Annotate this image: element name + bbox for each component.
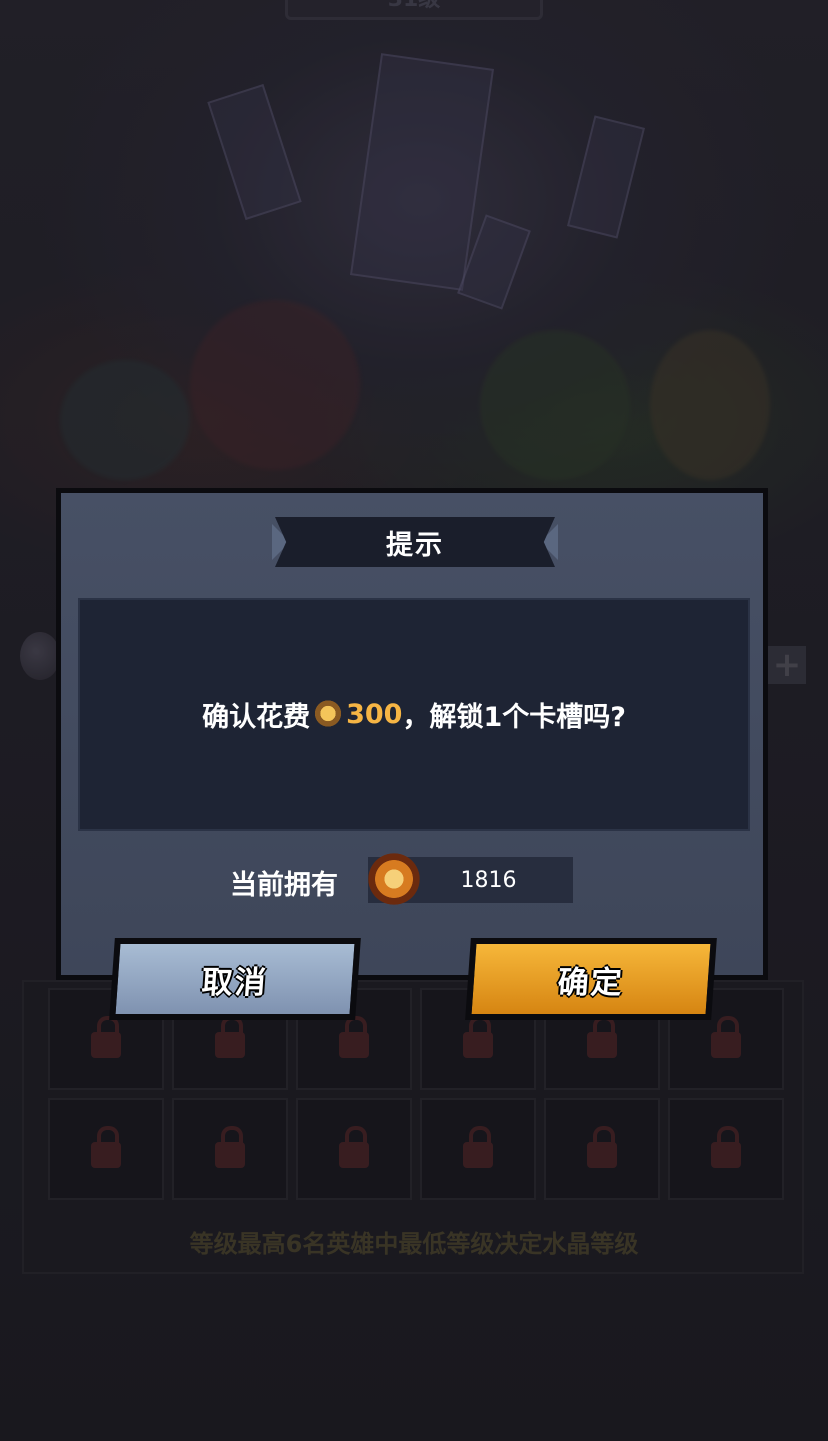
cancel-button[interactable]: 取消 (109, 938, 361, 1020)
cancel-label: 取消 (200, 964, 270, 1001)
confirm-label: 确定 (556, 964, 626, 1001)
cost-amount: 300 (346, 699, 403, 730)
message-suffix: ，解锁1个卡槽吗? (402, 702, 626, 733)
message-prefix: 确认花费 (202, 702, 311, 733)
owned-label: 当前拥有 (230, 869, 338, 901)
dialog-title: 提示 (275, 517, 555, 567)
confirm-message: 确认花费 300 ，解锁1个卡槽吗? (78, 598, 750, 831)
gold-medal-icon (368, 852, 420, 906)
confirm-button[interactable]: 确定 (465, 938, 717, 1020)
gold-coin-icon (314, 699, 343, 730)
